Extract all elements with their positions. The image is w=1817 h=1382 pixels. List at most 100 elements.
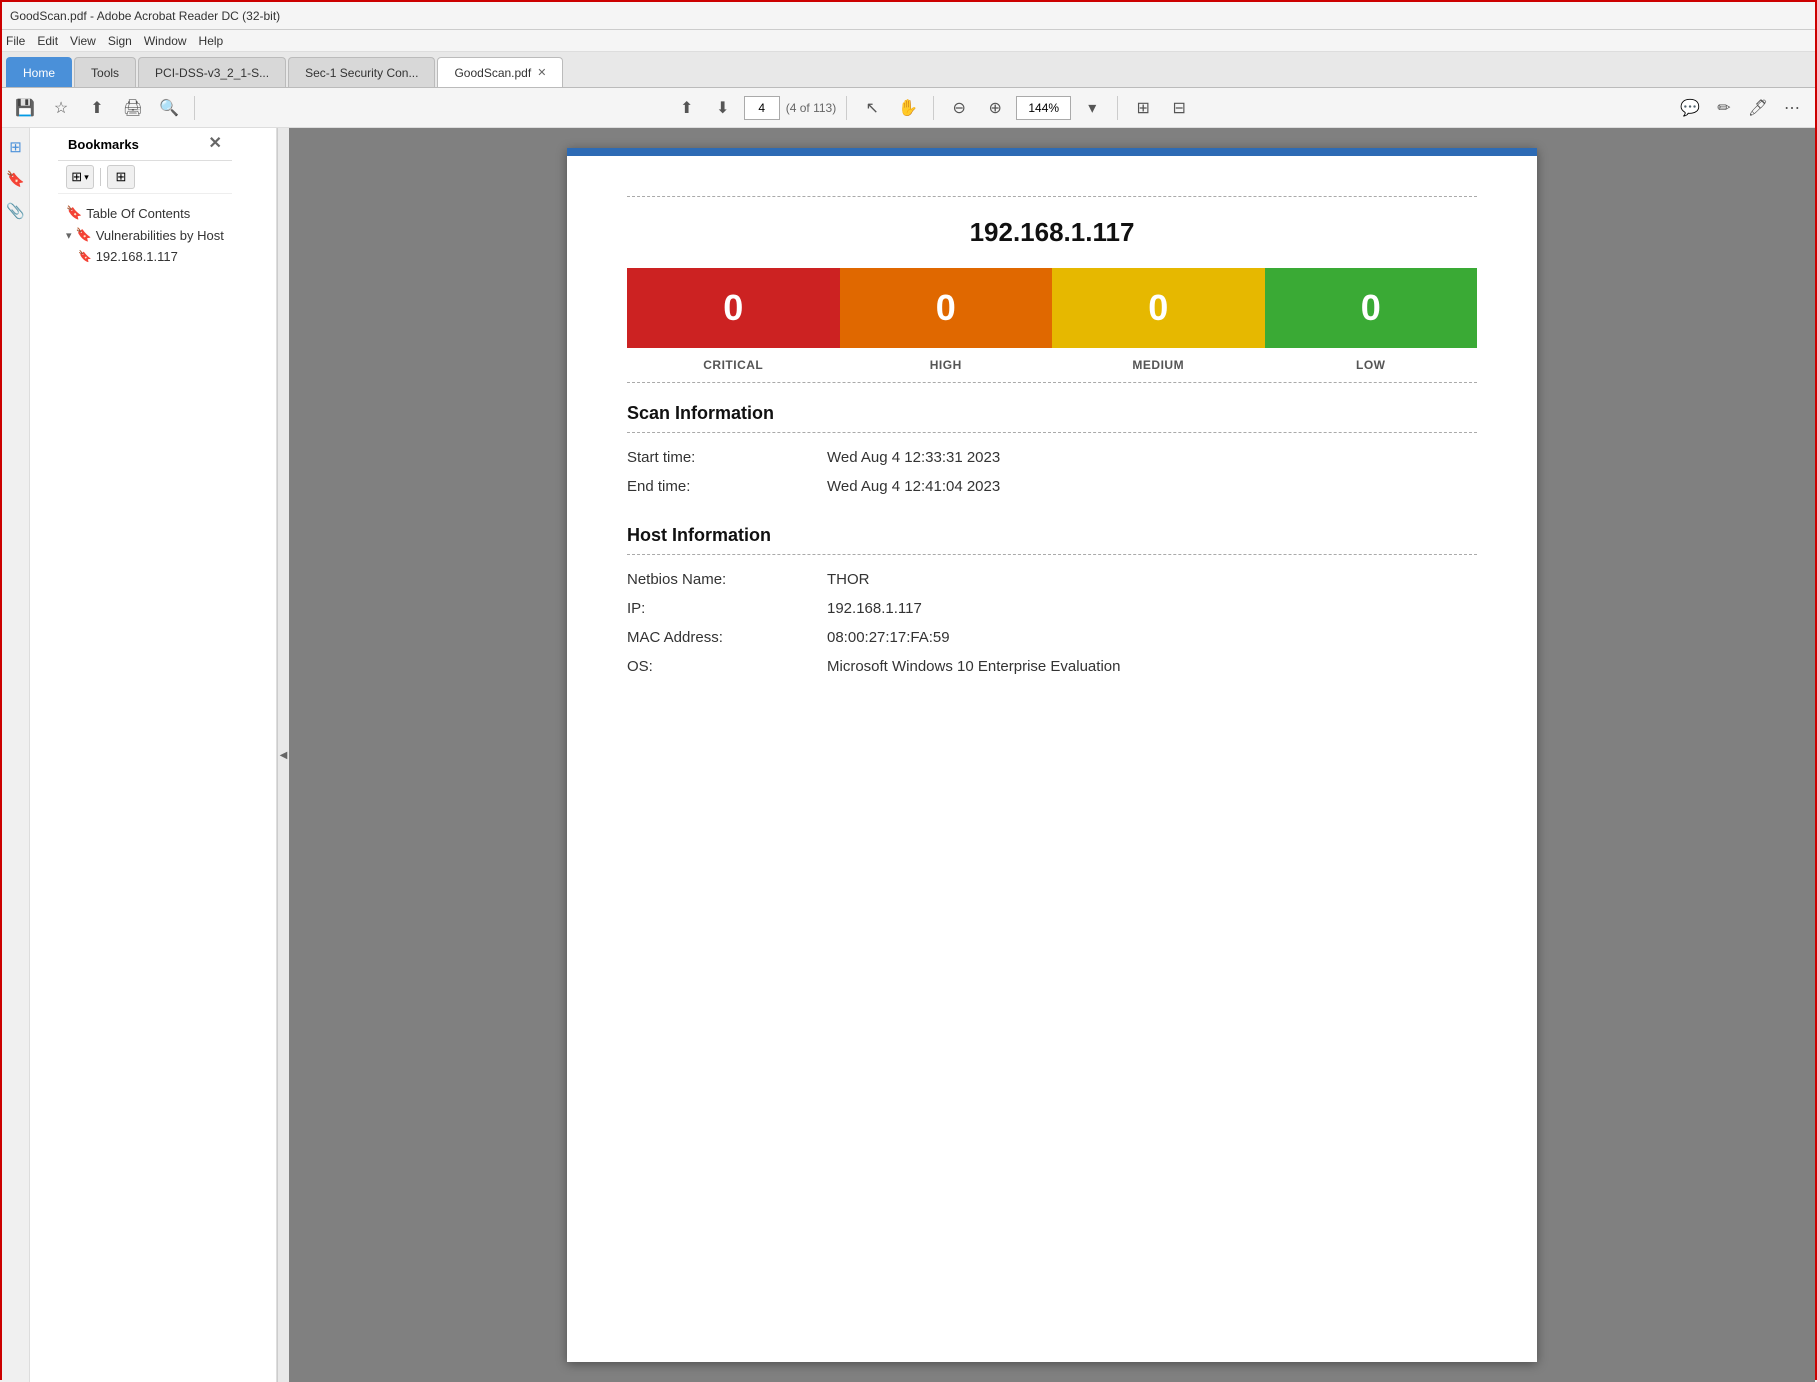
main-layout: ⊞ 🔖 📎 Bookmarks ✕ ⊞ ▾ ⊞ <box>2 128 1815 1382</box>
low-label: LOW <box>1265 358 1478 372</box>
bookmark-toc-label: Table Of Contents <box>86 206 190 221</box>
save-button[interactable]: 💾 <box>10 93 40 123</box>
tab-bar: Home Tools PCI-DSS-v3_2_1-S... Sec-1 Sec… <box>2 52 1815 88</box>
search-button[interactable]: 🔍 <box>154 93 184 123</box>
pdf-top-border <box>567 148 1537 156</box>
bookmarks-view-button[interactable]: ⊞ ▾ <box>66 165 94 189</box>
bookmarks-close-button[interactable]: ✕ <box>208 136 221 152</box>
menu-window[interactable]: Window <box>144 34 187 48</box>
bookmarks-list: 🔖 Table Of Contents ▾ 🔖 Vulnerabilities … <box>58 194 232 1382</box>
sidebar-collapse-handle[interactable]: ◀ <box>277 128 289 1382</box>
menu-sign[interactable]: Sign <box>108 34 132 48</box>
bookmarks-toolbar-sep <box>100 168 101 186</box>
bookmark-item-toc[interactable]: 🔖 Table Of Contents <box>58 202 232 224</box>
low-block: 0 <box>1265 268 1478 348</box>
host-mac-row: MAC Address: 08:00:27:17:FA:59 <box>627 629 1477 646</box>
medium-label: MEDIUM <box>1052 358 1265 372</box>
collapse-arrow-icon: ▾ <box>66 229 72 242</box>
menu-bar: File Edit View Sign Window Help <box>2 30 1815 52</box>
tab-close-icon[interactable]: ✕ <box>537 66 546 79</box>
tab-sec1-label: Sec-1 Security Con... <box>305 66 418 80</box>
host-netbios-label: Netbios Name: <box>627 571 827 588</box>
tab-home[interactable]: Home <box>6 57 72 87</box>
pages-icon[interactable]: ⊞ <box>5 136 27 158</box>
hand-tool-button[interactable]: ✋ <box>893 93 923 123</box>
scan-end-row: End time: Wed Aug 4 12:41:04 2023 <box>627 478 1477 495</box>
toolbar-separator-3 <box>933 96 934 120</box>
grid-icon: ⊞ <box>71 169 82 185</box>
bookmark-item-vuln-host[interactable]: ▾ 🔖 Vulnerabilities by Host <box>58 224 232 246</box>
bookmark-vuln-label: Vulnerabilities by Host <box>96 228 224 243</box>
scan-info-divider <box>627 432 1477 433</box>
critical-block: 0 <box>627 268 840 348</box>
tab-tools-label: Tools <box>91 66 119 80</box>
host-mac-label: MAC Address: <box>627 629 827 646</box>
toolbar-separator-2 <box>846 96 847 120</box>
select-tool-button[interactable]: ↖ <box>857 93 887 123</box>
tab-goodscan[interactable]: GoodScan.pdf ✕ <box>437 57 563 87</box>
toolbar-separator-1 <box>194 96 195 120</box>
highlight-button[interactable]: 🖊 <box>1743 93 1773 123</box>
expand-icon: ⊞ <box>116 169 127 185</box>
high-block: 0 <box>840 268 1053 348</box>
ip-address-title: 192.168.1.117 <box>627 196 1477 248</box>
scan-info-section-title: Scan Information <box>627 403 1477 424</box>
scan-end-label: End time: <box>627 478 827 495</box>
scan-start-value: Wed Aug 4 12:33:31 2023 <box>827 449 1000 466</box>
zoom-in-button[interactable]: ⊕ <box>980 93 1010 123</box>
page-total-label: (4 of 113) <box>786 101 836 115</box>
attachments-icon[interactable]: 📎 <box>5 200 27 222</box>
bookmark-toc-icon: 🔖 <box>66 205 82 221</box>
host-netbios-row: Netbios Name: THOR <box>627 571 1477 588</box>
tab-pci[interactable]: PCI-DSS-v3_2_1-S... <box>138 57 286 87</box>
host-ip-label: IP: <box>627 600 827 617</box>
more-tools-button[interactable]: ⋯ <box>1777 93 1807 123</box>
pdf-area[interactable]: 192.168.1.117 0 0 0 0 <box>289 128 1815 1382</box>
host-os-label: OS: <box>627 658 827 675</box>
menu-edit[interactable]: Edit <box>37 34 58 48</box>
bookmarks-title: Bookmarks <box>68 137 139 152</box>
sidebar-strip: ⊞ 🔖 📎 Bookmarks ✕ ⊞ ▾ ⊞ <box>2 128 276 1382</box>
fit-page-button[interactable]: ⊞ <box>1128 93 1158 123</box>
medium-block: 0 <box>1052 268 1265 348</box>
title-bar: GoodScan.pdf - Adobe Acrobat Reader DC (… <box>2 2 1815 30</box>
tab-sec1[interactable]: Sec-1 Security Con... <box>288 57 435 87</box>
zoom-dropdown-button[interactable]: ▾ <box>1077 93 1107 123</box>
bookmarks-expand-button[interactable]: ⊞ <box>107 165 135 189</box>
zoom-input[interactable] <box>1016 96 1071 120</box>
critical-label: CRITICAL <box>627 358 840 372</box>
toolbar: 💾 ☆ ⬆ 🖨 🔍 ⬆ ⬇ (4 of 113) ↖ ✋ ⊖ ⊕ ▾ ⊞ ⊟ 💬… <box>2 88 1815 128</box>
bookmark-button[interactable]: ☆ <box>46 93 76 123</box>
low-value: 0 <box>1361 287 1381 329</box>
bookmarks-panel-icon[interactable]: 🔖 <box>5 168 27 190</box>
menu-view[interactable]: View <box>70 34 96 48</box>
menu-file[interactable]: File <box>6 34 25 48</box>
bookmarks-panel: Bookmarks ✕ ⊞ ▾ ⊞ 🔖 <box>58 128 232 1382</box>
title-text: GoodScan.pdf - Adobe Acrobat Reader DC (… <box>10 9 280 23</box>
page-number-input[interactable] <box>744 96 780 120</box>
scroll-up-button[interactable]: ⬆ <box>672 93 702 123</box>
pdf-page: 192.168.1.117 0 0 0 0 <box>567 148 1537 1362</box>
toolbar-separator-4 <box>1117 96 1118 120</box>
bookmark-vuln-icon: 🔖 <box>76 227 92 243</box>
upload-button[interactable]: ⬆ <box>82 93 112 123</box>
dropdown-arrow-icon: ▾ <box>84 172 89 183</box>
bookmarks-header: Bookmarks ✕ <box>58 128 232 161</box>
comment-button[interactable]: 💬 <box>1675 93 1705 123</box>
fit-width-button[interactable]: ⊟ <box>1164 93 1194 123</box>
tab-pci-label: PCI-DSS-v3_2_1-S... <box>155 66 269 80</box>
host-info-section-title: Host Information <box>627 525 1477 546</box>
bookmarks-toolbar: ⊞ ▾ ⊞ <box>58 161 232 194</box>
host-netbios-value: THOR <box>827 571 870 588</box>
bookmark-item-ip[interactable]: 🔖 192.168.1.117 <box>58 246 232 267</box>
host-ip-row: IP: 192.168.1.117 <box>627 600 1477 617</box>
zoom-out-button[interactable]: ⊖ <box>944 93 974 123</box>
host-os-row: OS: Microsoft Windows 10 Enterprise Eval… <box>627 658 1477 675</box>
pen-button[interactable]: ✏ <box>1709 93 1739 123</box>
menu-help[interactable]: Help <box>199 34 224 48</box>
tab-tools[interactable]: Tools <box>74 57 136 87</box>
print-button[interactable]: 🖨 <box>118 93 148 123</box>
scroll-down-button[interactable]: ⬇ <box>708 93 738 123</box>
pdf-content: 192.168.1.117 0 0 0 0 <box>567 156 1537 747</box>
tab-goodscan-label: GoodScan.pdf <box>454 66 531 80</box>
